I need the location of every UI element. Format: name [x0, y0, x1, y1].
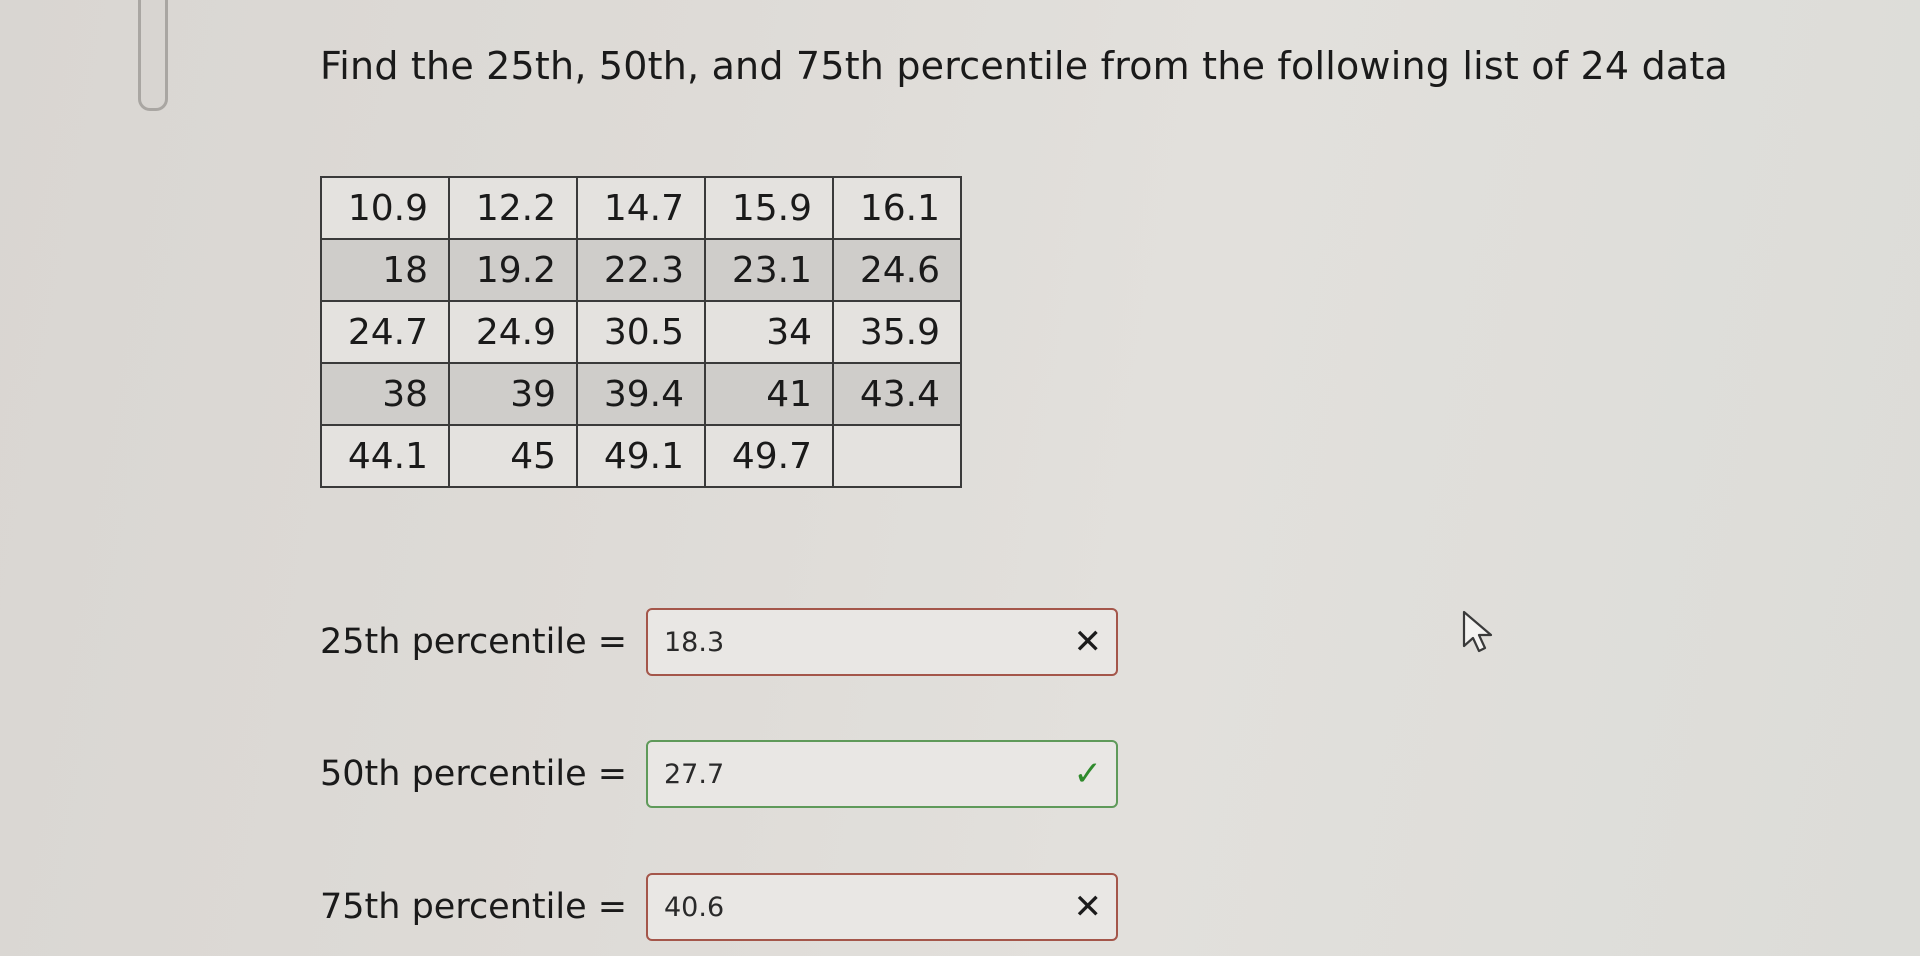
x-mark-icon: ✕	[1073, 887, 1103, 927]
percentile-75-input[interactable]: 40.6 ✕	[646, 873, 1118, 941]
check-mark-icon: ✓	[1073, 754, 1103, 794]
table-cell: 44.1	[320, 424, 450, 488]
table-cell: 38	[320, 362, 450, 426]
percentile-75-label: 75th percentile =	[320, 887, 628, 927]
table-cell: 24.6	[832, 238, 962, 302]
table-cell: 43.4	[832, 362, 962, 426]
percentile-25-input[interactable]: 18.3 ✕	[646, 608, 1118, 676]
table-cell: 10.9	[320, 176, 450, 240]
table-cell: 35.9	[832, 300, 962, 364]
table-cell: 18	[320, 238, 450, 302]
mouse-pointer-icon	[1462, 610, 1493, 653]
percentile-25-value: 18.3	[664, 626, 725, 658]
table-row: 44.1 45 49.1 49.7	[320, 424, 962, 488]
percentile-50-label: 50th percentile =	[320, 754, 628, 794]
percentile-25-label: 25th percentile =	[320, 622, 628, 662]
x-mark-icon: ✕	[1073, 622, 1103, 662]
percentile-75-value: 40.6	[664, 891, 725, 923]
table-cell-empty	[832, 424, 962, 488]
side-tab-handle[interactable]	[138, 0, 168, 111]
table-row: 18 19.2 22.3 23.1 24.6	[320, 238, 962, 302]
table-cell: 39.4	[576, 362, 706, 426]
table-cell: 15.9	[704, 176, 834, 240]
table-cell: 49.1	[576, 424, 706, 488]
table-row: 38 39 39.4 41 43.4	[320, 362, 962, 426]
table-row: 10.9 12.2 14.7 15.9 16.1	[320, 176, 962, 240]
table-row: 24.7 24.9 30.5 34 35.9	[320, 300, 962, 364]
data-table: 10.9 12.2 14.7 15.9 16.1 18 19.2 22.3 23…	[320, 176, 962, 488]
answer-row-50th: 50th percentile = 27.7 ✓	[320, 739, 1118, 809]
table-cell: 49.7	[704, 424, 834, 488]
answer-row-75th: 75th percentile = 40.6 ✕	[320, 872, 1118, 942]
table-cell: 39	[448, 362, 578, 426]
table-cell: 41	[704, 362, 834, 426]
table-cell: 14.7	[576, 176, 706, 240]
table-cell: 23.1	[704, 238, 834, 302]
percentile-50-input[interactable]: 27.7 ✓	[646, 740, 1118, 808]
table-cell: 19.2	[448, 238, 578, 302]
question-text: Find the 25th, 50th, and 75th percentile…	[320, 44, 1728, 88]
table-cell: 12.2	[448, 176, 578, 240]
table-cell: 24.9	[448, 300, 578, 364]
table-cell: 16.1	[832, 176, 962, 240]
table-cell: 22.3	[576, 238, 706, 302]
table-cell: 30.5	[576, 300, 706, 364]
table-cell: 24.7	[320, 300, 450, 364]
percentile-50-value: 27.7	[664, 758, 725, 790]
table-cell: 34	[704, 300, 834, 364]
table-cell: 45	[448, 424, 578, 488]
answer-row-25th: 25th percentile = 18.3 ✕	[320, 607, 1118, 677]
